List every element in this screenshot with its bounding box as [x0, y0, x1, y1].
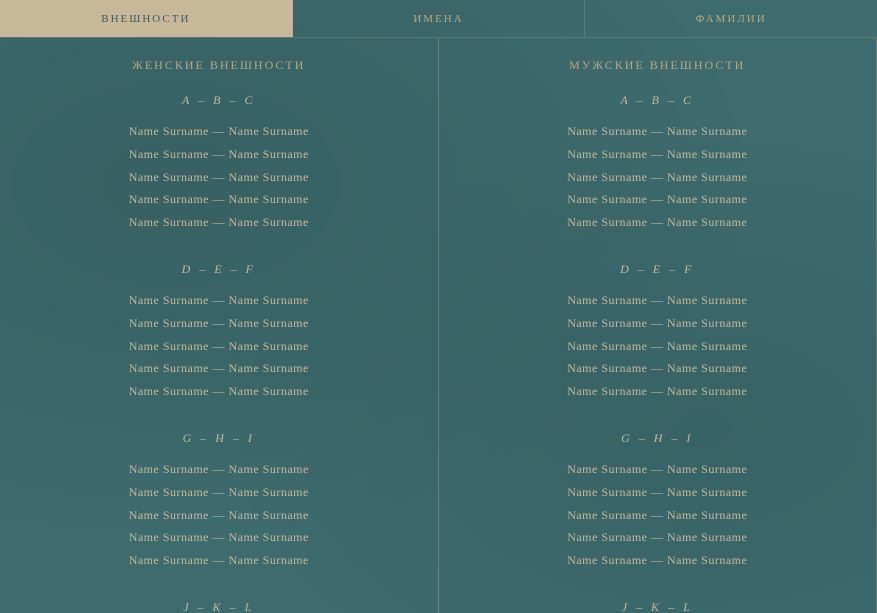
tab-vneshnosti-label: ВНЕШНОСТИ: [101, 13, 190, 25]
list-item[interactable]: Name Surname — Name Surname: [469, 380, 847, 403]
left-group-abc: A – B – C Name Surname — Name Surname Na…: [30, 93, 408, 234]
list-item[interactable]: Name Surname — Name Surname: [469, 335, 847, 358]
list-item[interactable]: Name Surname — Name Surname: [30, 143, 408, 166]
right-column: МУЖСКИЕ ВНЕШНОСТИ A – B – C Name Surname…: [439, 38, 877, 613]
list-item[interactable]: Name Surname — Name Surname: [469, 504, 847, 527]
list-item[interactable]: Name Surname — Name Surname: [30, 481, 408, 504]
list-item[interactable]: Name Surname — Name Surname: [30, 166, 408, 189]
list-item[interactable]: Name Surname — Name Surname: [30, 211, 408, 234]
left-heading-jkl: J – K – L: [30, 600, 408, 613]
list-item[interactable]: Name Surname — Name Surname: [469, 120, 847, 143]
list-item[interactable]: Name Surname — Name Surname: [469, 166, 847, 189]
list-item[interactable]: Name Surname — Name Surname: [30, 188, 408, 211]
right-group-def: D – E – F Name Surname — Name Surname Na…: [469, 262, 847, 403]
list-item[interactable]: Name Surname — Name Surname: [469, 211, 847, 234]
list-item[interactable]: Name Surname — Name Surname: [469, 289, 847, 312]
left-section-title: ЖЕНСКИЕ ВНЕШНОСТИ: [30, 58, 408, 73]
left-group-ghi: G – H – I Name Surname — Name Surname Na…: [30, 431, 408, 572]
right-heading-ghi: G – H – I: [469, 431, 847, 446]
list-item[interactable]: Name Surname — Name Surname: [30, 504, 408, 527]
tab-familii[interactable]: ФАМИЛИИ: [585, 0, 877, 37]
list-item[interactable]: Name Surname — Name Surname: [469, 458, 847, 481]
left-heading-def: D – E – F: [30, 262, 408, 277]
list-item[interactable]: Name Surname — Name Surname: [30, 549, 408, 572]
main-content: ЖЕНСКИЕ ВНЕШНОСТИ A – B – C Name Surname…: [0, 38, 877, 613]
right-heading-jkl: J – K – L: [469, 600, 847, 613]
left-heading-abc: A – B – C: [30, 93, 408, 108]
list-item[interactable]: Name Surname — Name Surname: [30, 289, 408, 312]
left-group-jkl: J – K – L: [30, 600, 408, 613]
list-item[interactable]: Name Surname — Name Surname: [30, 312, 408, 335]
list-item[interactable]: Name Surname — Name Surname: [469, 357, 847, 380]
list-item[interactable]: Name Surname — Name Surname: [469, 312, 847, 335]
right-heading-abc: A – B – C: [469, 93, 847, 108]
tab-vneshnosti[interactable]: ВНЕШНОСТИ: [0, 0, 293, 37]
page: ВНЕШНОСТИ ИМЕНА ФАМИЛИИ ЖЕНСКИЕ ВНЕШНОСТ…: [0, 0, 877, 613]
tab-imena-label: ИМЕНА: [413, 13, 463, 25]
list-item[interactable]: Name Surname — Name Surname: [30, 335, 408, 358]
right-group-ghi: G – H – I Name Surname — Name Surname Na…: [469, 431, 847, 572]
left-heading-ghi: G – H – I: [30, 431, 408, 446]
list-item[interactable]: Name Surname — Name Surname: [30, 120, 408, 143]
list-item[interactable]: Name Surname — Name Surname: [30, 458, 408, 481]
list-item[interactable]: Name Surname — Name Surname: [30, 526, 408, 549]
list-item[interactable]: Name Surname — Name Surname: [469, 526, 847, 549]
tab-familii-label: ФАМИЛИИ: [696, 13, 767, 25]
list-item[interactable]: Name Surname — Name Surname: [30, 357, 408, 380]
right-group-jkl: J – K – L: [469, 600, 847, 613]
list-item[interactable]: Name Surname — Name Surname: [469, 188, 847, 211]
right-section-title: МУЖСКИЕ ВНЕШНОСТИ: [469, 58, 847, 73]
left-column: ЖЕНСКИЕ ВНЕШНОСТИ A – B – C Name Surname…: [0, 38, 439, 613]
tab-imena[interactable]: ИМЕНА: [293, 0, 586, 37]
list-item[interactable]: Name Surname — Name Surname: [30, 380, 408, 403]
list-item[interactable]: Name Surname — Name Surname: [469, 481, 847, 504]
right-heading-def: D – E – F: [469, 262, 847, 277]
tab-bar: ВНЕШНОСТИ ИМЕНА ФАМИЛИИ: [0, 0, 877, 38]
list-item[interactable]: Name Surname — Name Surname: [469, 143, 847, 166]
right-group-abc: A – B – C Name Surname — Name Surname Na…: [469, 93, 847, 234]
list-item[interactable]: Name Surname — Name Surname: [469, 549, 847, 572]
left-group-def: D – E – F Name Surname — Name Surname Na…: [30, 262, 408, 403]
